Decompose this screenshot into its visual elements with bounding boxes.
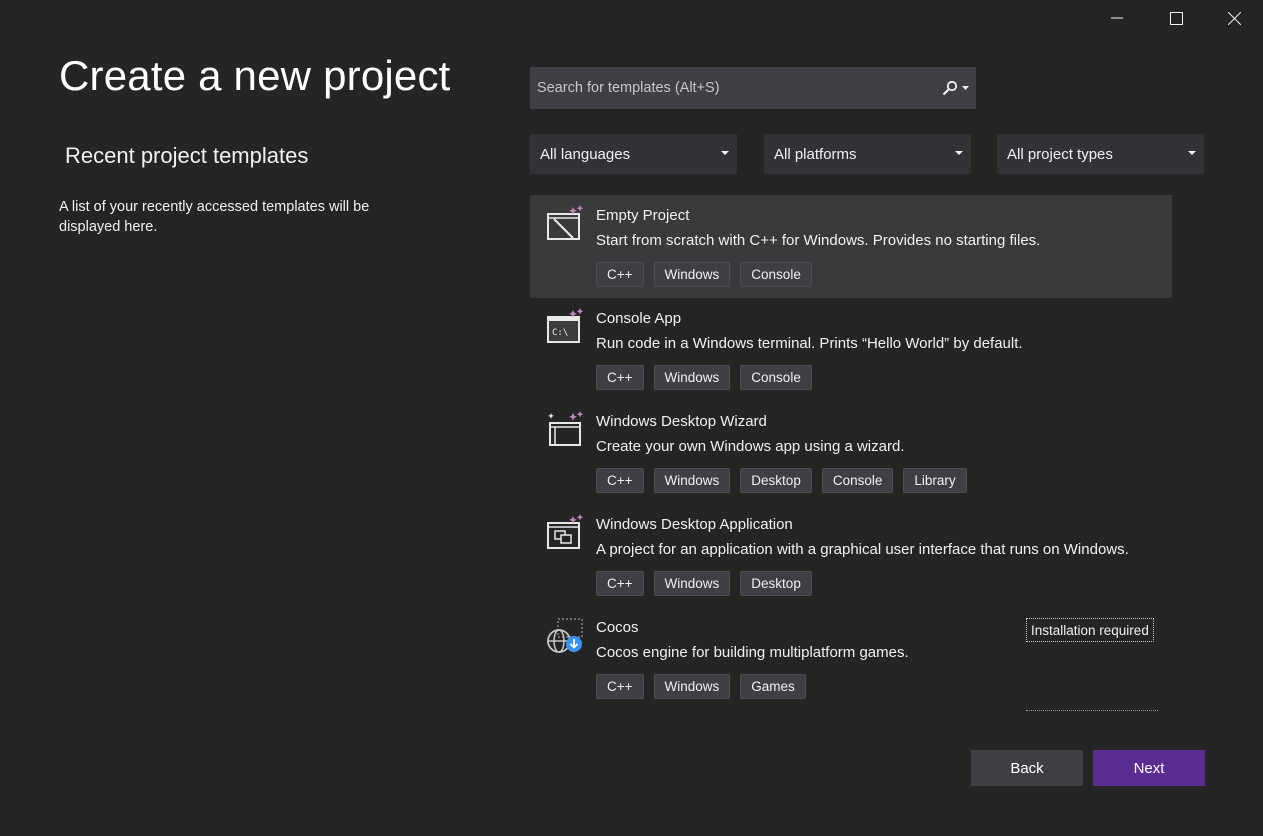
template-item-console-app[interactable]: C:\ Console App Run code in a Windows te… [530,298,1172,401]
tag: Windows [653,365,731,390]
maximize-icon [1169,11,1183,25]
search-input[interactable] [531,68,935,108]
language-filter-value: All languages [540,145,631,163]
tag: Windows [653,262,731,287]
template-description: Cocos engine for building multiplatform … [596,644,909,661]
minimize-icon [1111,17,1123,19]
template-item-partial[interactable] [530,710,1172,721]
maximize-button[interactable] [1147,0,1205,36]
template-description: Create your own Windows app using a wiza… [596,438,905,455]
page-title: Create a new project [59,52,451,99]
recent-templates-heading: Recent project templates [65,143,309,168]
template-search-box [530,67,976,109]
chevron-down-icon [955,151,963,155]
tag: C++ [596,365,644,390]
tag: C++ [596,468,644,493]
tag: Desktop [740,468,812,493]
chevron-down-icon [961,86,969,90]
template-description: Run code in a Windows terminal. Prints “… [596,335,1023,352]
template-item-empty-project[interactable]: Empty Project Start from scratch with C+… [530,195,1172,298]
next-button[interactable]: Next [1093,750,1205,786]
template-name: Windows Desktop Application [596,516,793,533]
template-tags: C++ Windows Console [596,262,812,287]
search-button[interactable] [935,68,975,108]
tag: Windows [653,674,731,699]
empty-project-icon [547,205,584,240]
platform-filter-value: All platforms [774,145,857,163]
template-name: Windows Desktop Wizard [596,413,767,430]
project-type-filter-value: All project types [1007,145,1113,163]
template-description: A project for an application with a grap… [596,541,1129,558]
language-filter-dropdown[interactable]: All languages [530,134,737,174]
tag: Library [903,468,967,493]
tag: C++ [596,262,644,287]
chevron-down-icon [721,151,729,155]
tag: Windows [653,571,731,596]
installation-required-badge: Installation required [1026,618,1154,642]
tag: Windows [653,468,731,493]
template-list[interactable]: Empty Project Start from scratch with C+… [530,195,1172,721]
svg-text:C:\: C:\ [552,328,568,338]
template-description: Start from scratch with C++ for Windows.… [596,232,1041,249]
close-icon [1227,11,1241,25]
console-app-icon: C:\ [547,308,584,343]
template-tags: C++ Windows Desktop [596,571,812,596]
tag: Desktop [740,571,812,596]
desktop-wizard-icon [548,411,584,446]
platform-filter-dropdown[interactable]: All platforms [764,134,971,174]
template-name: Cocos [596,619,639,636]
template-tags: C++ Windows Games [596,674,806,699]
tag: Games [740,674,806,699]
template-item-cocos[interactable]: Cocos Installation required Cocos engine… [530,607,1172,710]
search-icon [942,80,957,96]
desktop-application-icon [547,514,584,549]
cocos-icon [547,618,583,653]
template-tags: C++ Windows Desktop Console Library [596,468,967,493]
tag: C++ [596,674,644,699]
project-type-filter-dropdown[interactable]: All project types [997,134,1204,174]
close-button[interactable] [1205,0,1263,36]
template-item-windows-desktop-application[interactable]: Windows Desktop Application A project fo… [530,504,1172,607]
back-button[interactable]: Back [971,750,1083,786]
recent-templates-description: A list of your recently accessed templat… [59,199,370,235]
tag: Console [740,365,812,390]
partial-badge-outline [1026,710,1158,713]
tag: Console [821,468,894,493]
tag: C++ [596,571,644,596]
minimize-button[interactable] [1088,0,1146,36]
tag: Console [740,262,812,287]
chevron-down-icon [1188,151,1196,155]
template-tags: C++ Windows Console [596,365,812,390]
template-name: Console App [596,310,682,327]
template-name: Empty Project [596,207,690,224]
template-item-windows-desktop-wizard[interactable]: Windows Desktop Wizard Create your own W… [530,401,1172,504]
